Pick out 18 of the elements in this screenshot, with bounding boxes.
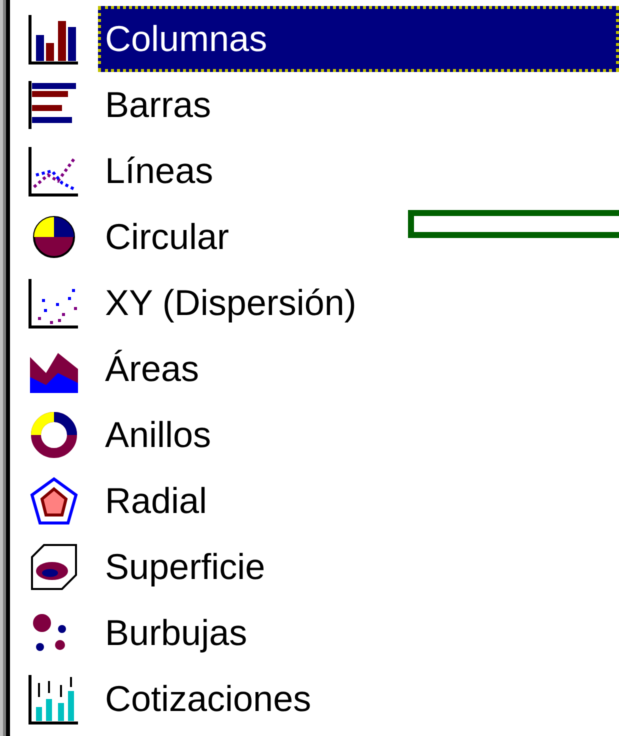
chart-type-item[interactable]: Superficie [98,534,619,600]
doughnut-chart-icon [28,409,80,461]
chart-type-item[interactable]: Áreas [98,336,619,402]
scatter-chart-icon [28,277,80,329]
chart-type-item[interactable]: Cotizaciones [98,666,619,732]
surface-chart-icon [28,541,80,593]
chart-type-item[interactable]: Líneas [98,138,619,204]
line-chart-icon [28,145,80,197]
chart-type-item[interactable]: Columnas [98,6,619,72]
radar-chart-icon [28,475,80,527]
column-chart-icon [28,13,80,65]
stock-chart-icon [28,673,80,725]
chart-type-item[interactable]: Burbujas [98,600,619,666]
chart-type-item[interactable]: XY (Dispersión) [98,270,619,336]
chart-type-item[interactable]: Radial [98,468,619,534]
chart-type-item[interactable]: Circular [98,204,619,270]
chart-type-item[interactable]: Anillos [98,402,619,468]
chart-type-item[interactable]: Barras [98,72,619,138]
